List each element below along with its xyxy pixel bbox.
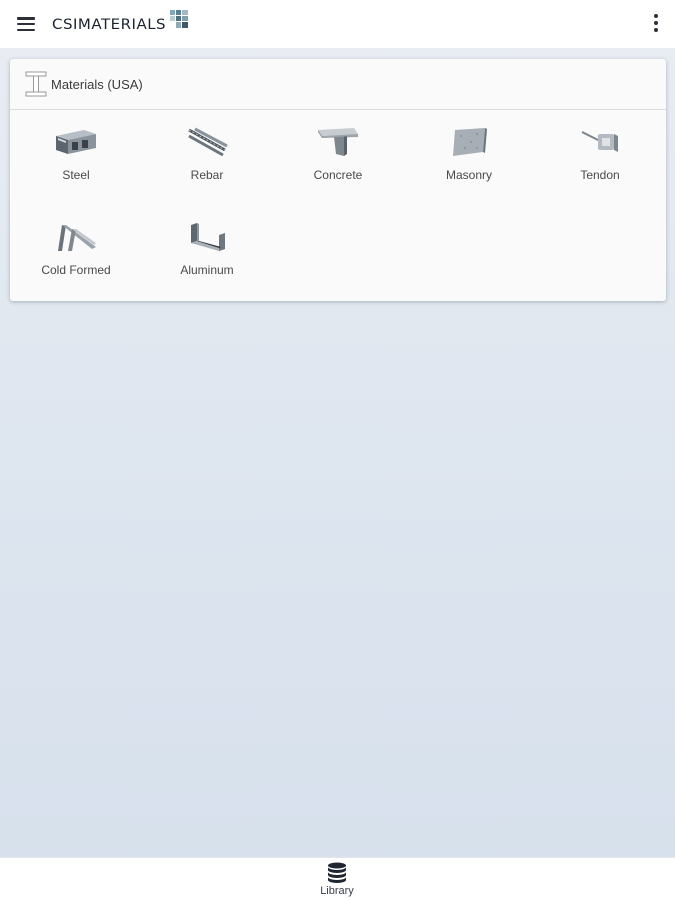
material-label: Steel <box>62 168 90 182</box>
material-label: Cold Formed <box>41 263 111 277</box>
rebar-icon <box>188 127 228 157</box>
logo-text: CSIMATERIALS <box>52 15 167 33</box>
app-bar: CSIMATERIALS <box>0 0 675 48</box>
material-tile-aluminum[interactable]: Aluminum <box>152 217 262 297</box>
hamburger-menu-icon[interactable] <box>17 16 37 32</box>
database-icon <box>328 862 346 883</box>
more-vert-icon[interactable] <box>653 14 659 32</box>
concrete-icon <box>318 128 358 156</box>
masonry-icon <box>453 128 487 156</box>
material-tile-rebar[interactable]: Rebar <box>152 122 262 202</box>
bottom-nav: Library <box>0 857 675 900</box>
aluminum-icon <box>191 223 225 251</box>
material-label: Concrete <box>313 168 363 182</box>
material-tile-concrete[interactable]: Concrete <box>283 122 393 202</box>
cold-formed-icon <box>58 225 96 251</box>
i-beam-icon <box>25 71 47 97</box>
card-header: Materials (USA) <box>10 59 666 110</box>
material-tile-steel[interactable]: Steel <box>21 122 131 202</box>
material-label: Tendon <box>580 168 620 182</box>
material-tile-cold-formed[interactable]: Cold Formed <box>21 217 131 297</box>
logo-mark-icon <box>170 10 189 28</box>
material-tile-tendon[interactable]: Tendon <box>545 122 655 202</box>
material-label: Aluminum <box>180 263 234 277</box>
material-tile-masonry[interactable]: Masonry <box>414 122 524 202</box>
nav-tab-label: Library <box>320 885 354 897</box>
steel-icon <box>56 130 96 154</box>
material-label: Masonry <box>445 168 492 182</box>
material-label: Rebar <box>190 168 224 182</box>
app-logo: CSIMATERIALS <box>52 10 190 33</box>
nav-tab-library[interactable]: Library <box>312 862 362 900</box>
tendon-icon <box>581 131 618 152</box>
card-title: Materials (USA) <box>51 76 143 92</box>
materials-card: Materials (USA) Steel Rebar Concrete Mas… <box>10 59 666 301</box>
